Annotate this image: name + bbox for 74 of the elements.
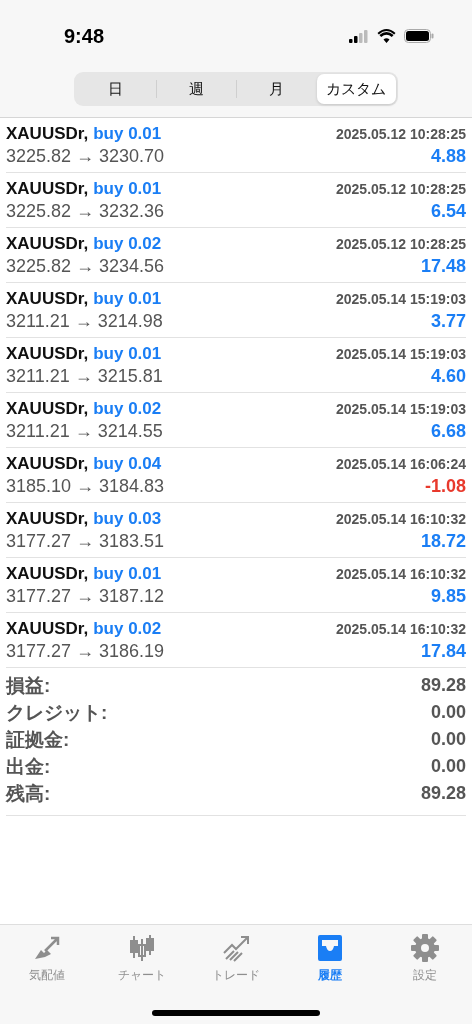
trade-prices: 3185.10 → 3184.83 [6,475,165,497]
trade-profit: 17.84 [420,640,466,662]
period-tab[interactable]: 月 [237,74,317,104]
trade-prices: 3211.21 → 3214.55 [6,420,163,442]
summary-label: 出金: [6,754,51,779]
trade-profit: 18.72 [420,530,466,552]
trade-order: buy 0.02 [93,233,162,254]
trade-prices: 3225.82 → 3234.56 [6,255,165,277]
trade-profit: 6.68 [430,420,466,442]
status-time: 9:48 [64,24,105,48]
nav-tab[interactable]: トレード [188,933,284,984]
trade-profit: -1.08 [424,475,466,497]
summary-value: 89.28 [420,675,466,696]
signal-icon [349,29,369,43]
trade-time: 2025.05.14 16:10:32 [336,565,466,582]
trade-symbol: XAUUSDr, [6,288,89,309]
summary-label: クレジット: [6,700,108,725]
summary-label: 残高: [6,781,51,806]
summary-value: 0.00 [430,756,466,777]
trade-profit: 17.48 [420,255,466,277]
trade-symbol: XAUUSDr, [6,618,89,639]
trade-order: buy 0.01 [93,343,162,364]
trade-profit: 4.88 [430,145,466,167]
battery-icon [404,29,434,43]
trade-prices: 3225.82 → 3230.70 [6,145,165,167]
trade-symbol: XAUUSDr, [6,178,89,199]
trade-order: buy 0.01 [93,288,162,309]
summary-label: 証拠金: [6,727,70,752]
period-tab[interactable]: 日 [76,74,156,104]
summary-value: 89.28 [420,783,466,804]
period-tab[interactable]: カスタム [316,74,396,104]
trade-time: 2025.05.12 10:28:25 [336,125,466,142]
trade-order: buy 0.04 [93,453,162,474]
trade-time: 2025.05.14 15:19:03 [336,400,466,417]
trade-prices: 3225.82 → 3232.36 [6,200,165,222]
trade-time: 2025.05.12 10:28:25 [336,235,466,252]
trade-order: buy 0.01 [93,178,162,199]
period-tab[interactable]: 週 [156,74,236,104]
trade-order: buy 0.01 [93,123,162,144]
trade-time: 2025.05.12 10:28:25 [336,180,466,197]
wifi-icon [377,29,396,43]
trade-symbol: XAUUSDr, [6,563,89,584]
nav-tab[interactable]: 設定 [377,933,472,984]
trade-symbol: XAUUSDr, [6,233,89,254]
trade-time: 2025.05.14 15:19:03 [336,345,466,362]
nav-tab[interactable]: 気配値 [0,933,95,984]
trade-order: buy 0.01 [93,563,162,584]
trade-profit: 3.77 [430,310,466,332]
nav-tab[interactable]: 履歴 [283,933,378,984]
trade-symbol: XAUUSDr, [6,453,89,474]
trade-profit: 6.54 [430,200,466,222]
trade-symbol: XAUUSDr, [6,343,89,364]
trade-time: 2025.05.14 16:06:24 [336,455,466,472]
trade-time: 2025.05.14 15:19:03 [336,290,466,307]
trade-symbol: XAUUSDr, [6,398,89,419]
trade-prices: 3211.21 → 3214.98 [6,310,163,332]
trade-time: 2025.05.14 16:10:32 [336,510,466,527]
summary-value: 0.00 [430,729,466,750]
trade-prices: 3211.21 → 3215.81 [6,365,163,387]
trade-order: buy 0.03 [93,508,162,529]
trade-prices: 3177.27 → 3187.12 [6,585,165,607]
trade-order: buy 0.02 [93,398,162,419]
summary-value: 0.00 [430,702,466,723]
trade-profit: 4.60 [430,365,466,387]
trade-symbol: XAUUSDr, [6,508,89,529]
trade-order: buy 0.02 [93,618,162,639]
summary-label: 損益: [6,673,51,698]
trade-symbol: XAUUSDr, [6,123,89,144]
trade-profit: 9.85 [430,585,466,607]
settings-icon [408,933,441,963]
trade-prices: 3177.27 → 3183.51 [6,530,165,552]
trade-time: 2025.05.14 16:10:32 [336,620,466,637]
trade-prices: 3177.27 → 3186.19 [6,640,165,662]
nav-tab[interactable]: チャート [94,933,189,984]
